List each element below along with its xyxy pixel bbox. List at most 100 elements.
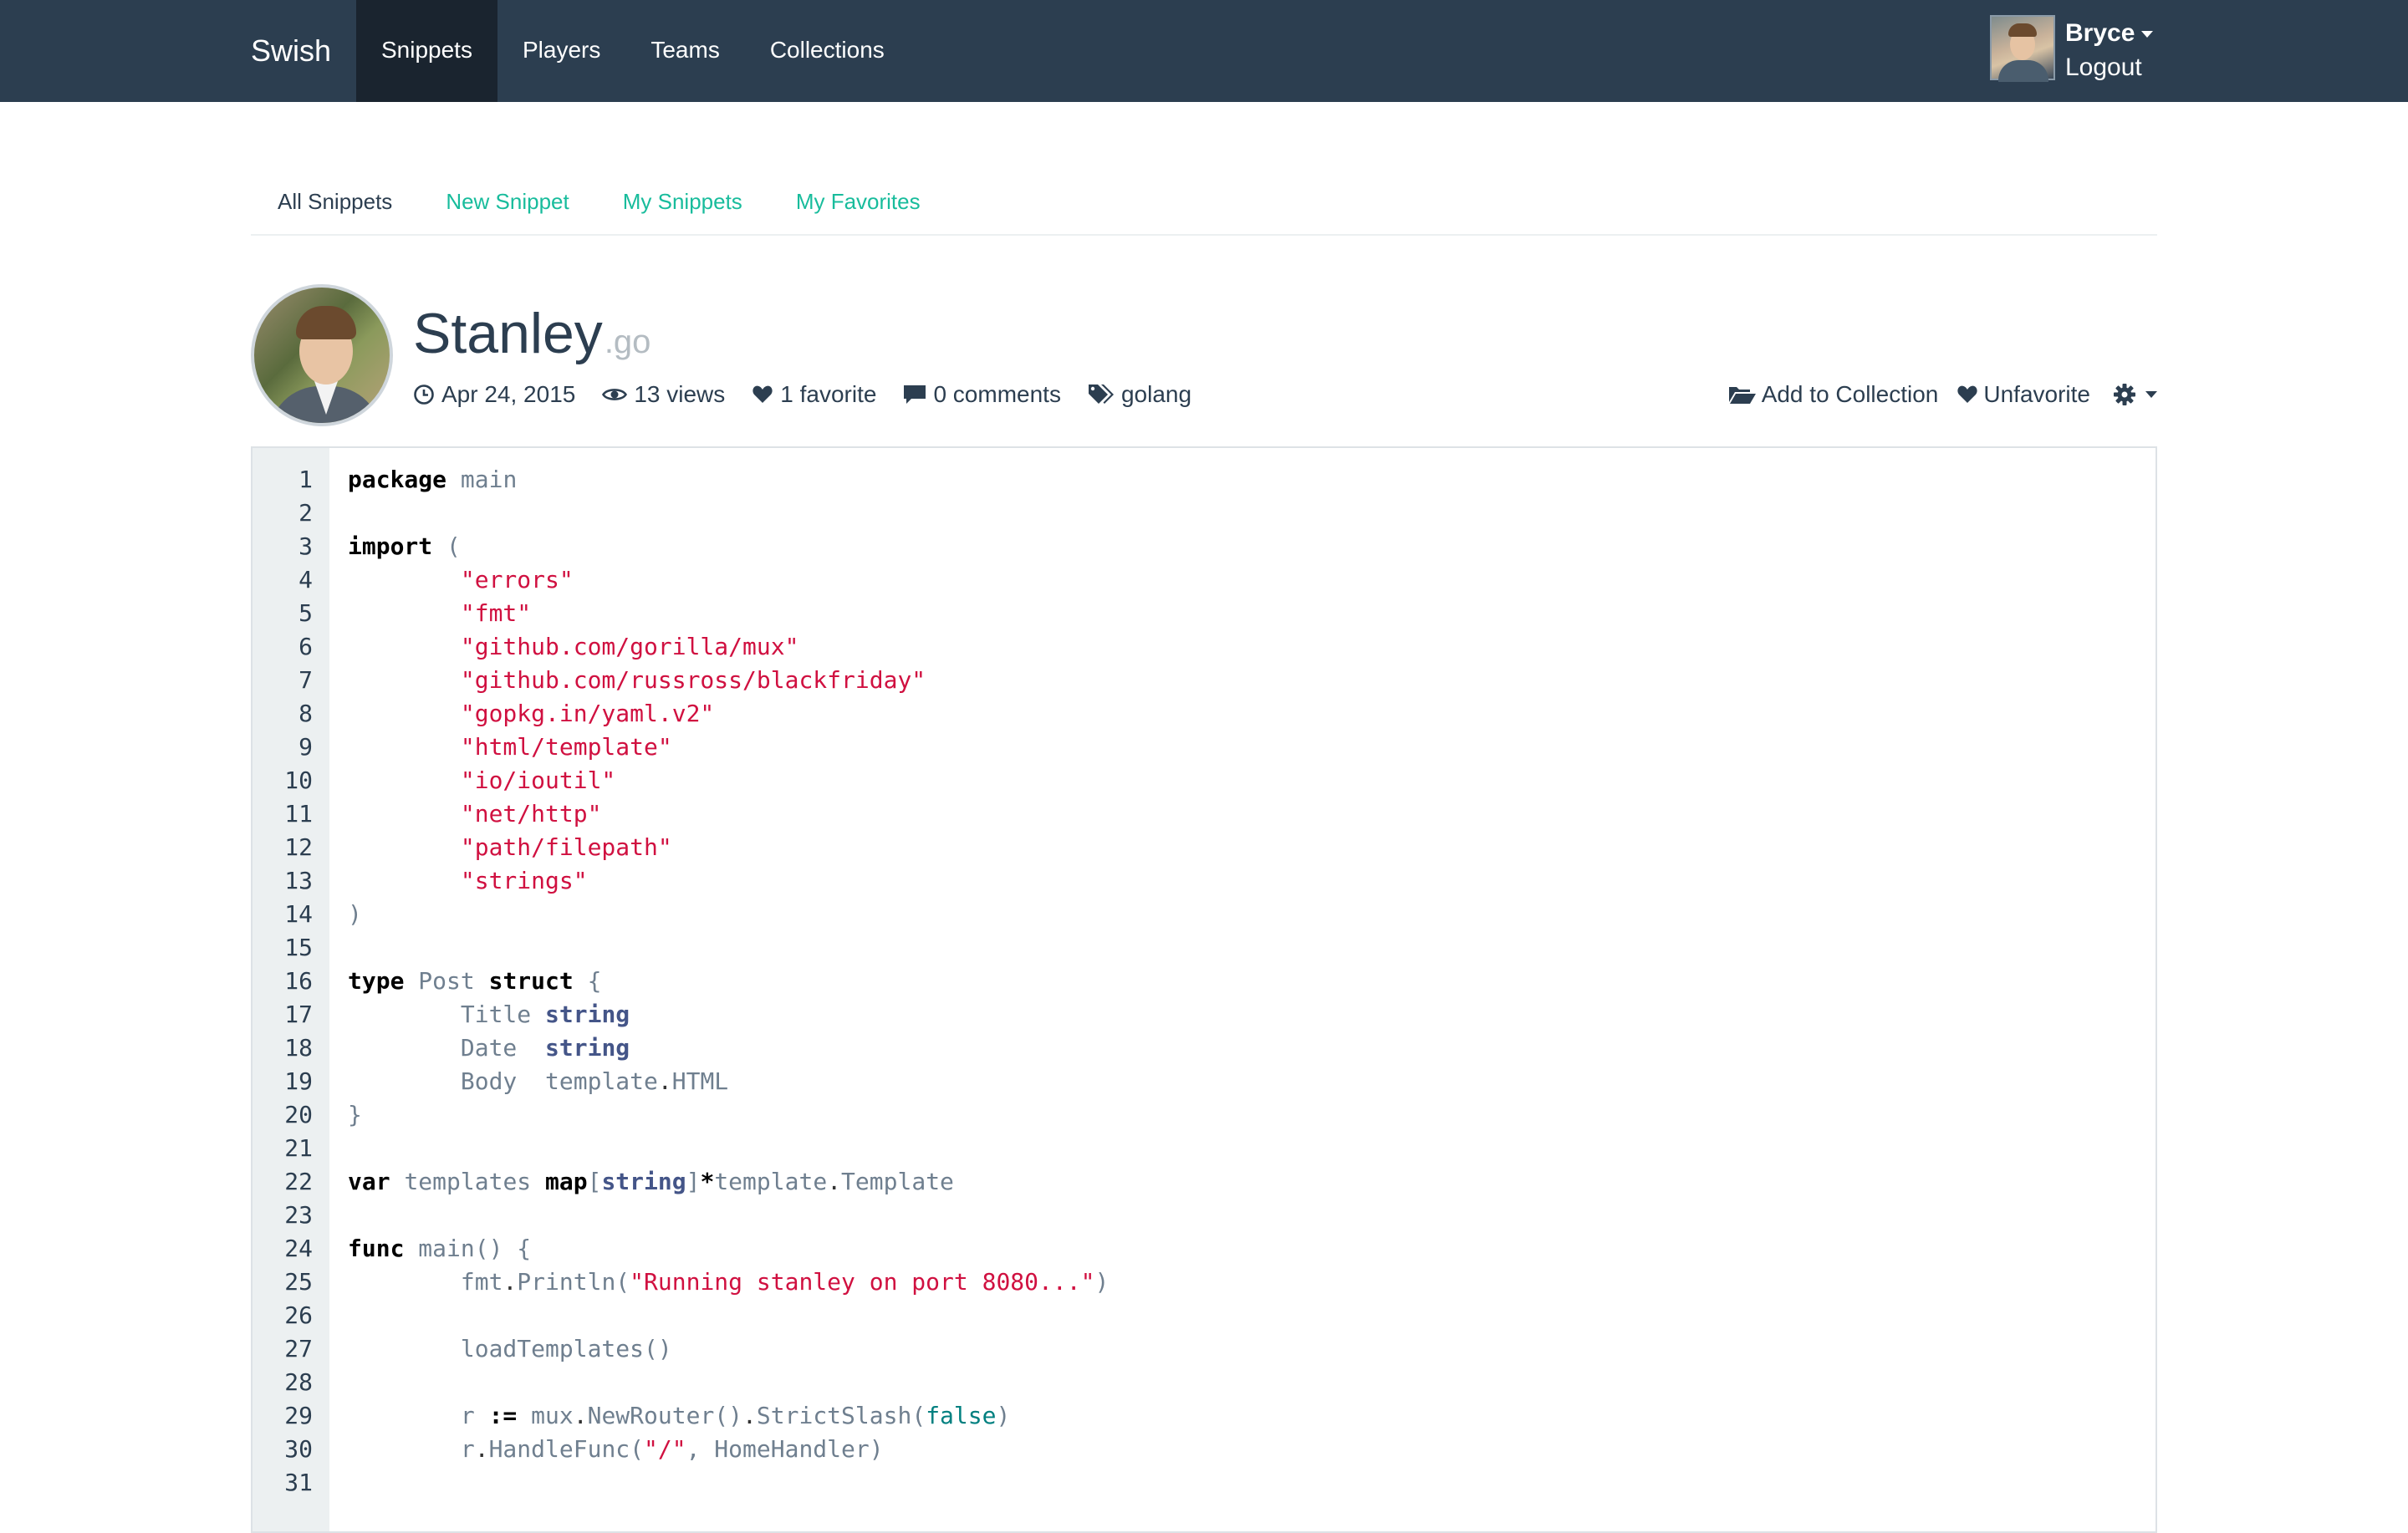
line-content: "strings" [460,867,588,894]
line-number: 29 [284,1402,313,1429]
line-content: ) [348,900,362,928]
line-number: 19 [284,1067,313,1095]
code-line: 11 "net/http" [253,797,2155,831]
snippet-name: Stanley [413,302,603,365]
code-line: 10 "io/ioutil" [253,764,2155,797]
code-line: 7 "github.com/russross/blackfriday" [253,664,2155,697]
code-line: 22 var templates map[string]*template.Tem… [253,1165,2155,1199]
line-content: r := mux.NewRouter().StrictSlash(false) [460,1402,1011,1429]
code-line: 15 [253,931,2155,965]
line-number: 15 [284,934,313,961]
logout-link[interactable]: Logout [2065,50,2142,85]
snippet-tag[interactable]: golang [1088,381,1191,408]
unfavorite-label: Unfavorite [1983,381,2090,407]
line-content: "errors" [460,566,574,593]
date-text: Apr 24, 2015 [441,381,576,407]
line-number: 21 [284,1134,313,1162]
line-number: 17 [284,1001,313,1028]
line-content: "html/template" [460,733,672,761]
line-content: "github.com/gorilla/mux" [460,633,799,660]
folder-open-icon [1728,387,1756,404]
code-line: 31 [253,1466,2155,1500]
line-number: 24 [284,1235,313,1262]
tag-text: golang [1120,381,1192,407]
line-number: 9 [298,733,313,761]
line-number: 7 [298,666,313,694]
line-content: "gopkg.in/yaml.v2" [460,700,715,727]
line-number: 23 [284,1201,313,1229]
line-content: Date string [460,1034,630,1062]
top-navbar: Swish Snippets Players Teams Collections… [0,0,2408,102]
line-number: 28 [284,1368,313,1396]
line-number: 3 [298,532,313,560]
author-avatar[interactable] [251,284,393,426]
code-line: 8 "gopkg.in/yaml.v2" [253,697,2155,731]
nav-teams[interactable]: Teams [625,0,744,102]
code-line: 2 [253,497,2155,530]
line-content: r.HandleFunc("/", HomeHandler) [460,1435,884,1463]
line-number: 12 [284,833,313,861]
nav-collections[interactable]: Collections [745,0,910,102]
line-number: 10 [284,766,313,794]
user-dropdown-toggle[interactable]: Bryce [2065,15,2154,52]
snippets-subnav: All Snippets New Snippet My Snippets My … [251,167,2157,236]
tags-icon [1088,385,1114,404]
line-number: 18 [284,1034,313,1062]
code-line: 21 [253,1132,2155,1165]
user-name: Bryce [2065,19,2135,47]
line-number: 6 [298,633,313,660]
snippet-meta: Apr 24, 2015 13 views 1 favorite 0 comme… [413,378,1218,411]
settings-dropdown-toggle[interactable] [2114,384,2157,405]
comments-text: 0 comments [933,381,1061,407]
tab-new-snippet[interactable]: New Snippet [419,167,595,234]
nav-players[interactable]: Players [497,0,625,102]
clock-icon [414,385,434,405]
snippet-date: Apr 24, 2015 [413,381,575,408]
line-content: fmt.Println("Running stanley on port 808… [460,1268,1110,1296]
snippet-favorites: 1 favorite [752,381,876,408]
line-content: "github.com/russross/blackfriday" [460,666,926,694]
unfavorite-button[interactable]: Unfavorite [1956,381,2090,408]
line-number: 4 [298,566,313,593]
line-content: Body template.HTML [460,1067,729,1095]
line-number: 5 [298,599,313,627]
line-content: type Post struct { [348,967,602,995]
heart-icon [1957,385,1977,403]
tab-my-snippets[interactable]: My Snippets [596,167,769,234]
views-text: 13 views [634,381,726,407]
code-line: 14) [253,898,2155,931]
snippet-views: 13 views [602,381,725,408]
add-to-collection-button[interactable]: Add to Collection [1728,381,1939,408]
user-avatar[interactable] [1990,15,2055,82]
line-content: import ( [348,532,461,560]
line-number: 26 [284,1301,313,1329]
caret-down-icon [2141,31,2154,38]
main-nav: Snippets Players Teams Collections [356,0,910,102]
code-line: 19 Body template.HTML [253,1065,2155,1098]
code-line: 26 [253,1299,2155,1332]
comment-icon [904,385,926,404]
snippet-actions: Add to Collection Unfavorite [1710,378,2157,411]
code-line: 17 Title string [253,998,2155,1031]
line-content: package main [348,466,518,493]
code-line: 5 "fmt" [253,597,2155,630]
line-number: 14 [284,900,313,928]
line-number: 8 [298,700,313,727]
code-line: 30 r.HandleFunc("/", HomeHandler) [253,1433,2155,1466]
tab-all-snippets[interactable]: All Snippets [251,167,419,234]
nav-snippets[interactable]: Snippets [356,0,497,102]
code-line: 27 loadTemplates() [253,1332,2155,1366]
caret-down-icon [2145,391,2157,398]
code-line: 9 "html/template" [253,731,2155,764]
line-number: 13 [284,867,313,894]
tab-my-favorites[interactable]: My Favorites [769,167,947,234]
snippet-extension: .go [604,323,651,360]
line-content: func main() { [348,1235,532,1262]
code-line: 23 [253,1199,2155,1232]
code-line: 6 "github.com/gorilla/mux" [253,630,2155,664]
brand-logo[interactable]: Swish [251,0,331,102]
add-to-collection-label: Add to Collection [1761,381,1939,407]
line-content: "net/http" [460,800,602,828]
line-number: 25 [284,1268,313,1296]
line-number: 20 [284,1101,313,1128]
